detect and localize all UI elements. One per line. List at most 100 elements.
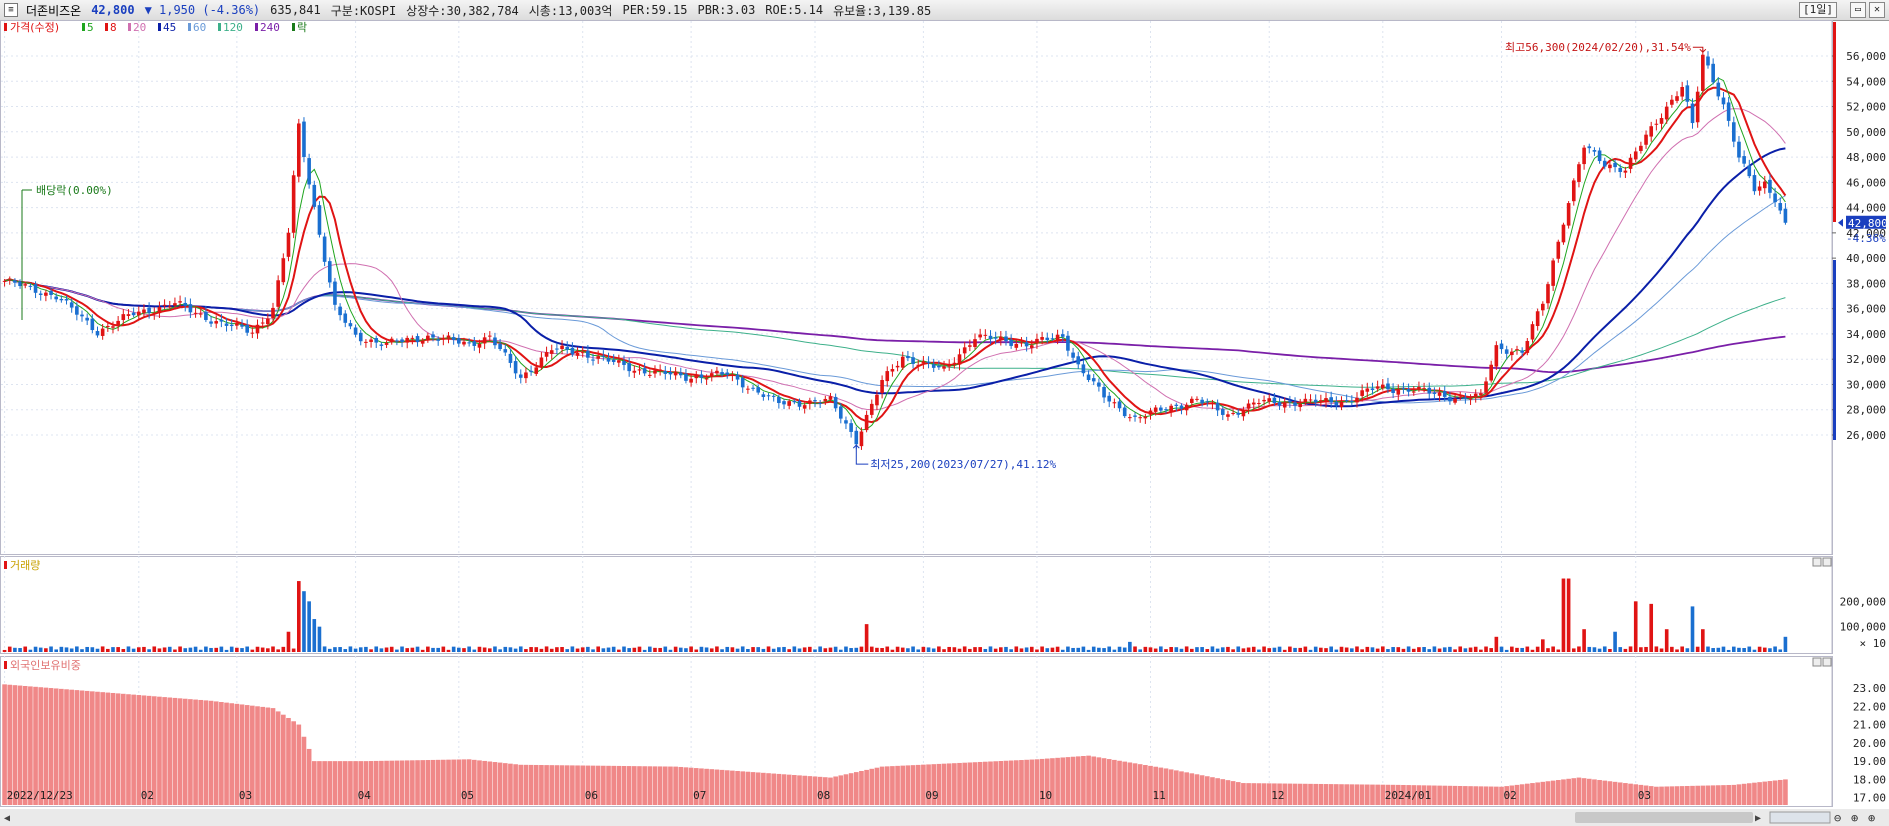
candle-body xyxy=(906,356,910,359)
period-button[interactable]: [1일] xyxy=(1799,2,1837,18)
volume-panel-max-icon[interactable] xyxy=(1812,557,1822,567)
scrollbar-thumb[interactable] xyxy=(1575,812,1753,823)
volume-bar xyxy=(1365,646,1370,652)
menu-icon[interactable]: ≡ xyxy=(4,3,18,17)
volume-bar xyxy=(1592,647,1597,652)
scroll-right-icon[interactable]: ▶ xyxy=(1755,813,1761,824)
foreign-bar xyxy=(95,691,100,805)
foreign-bar xyxy=(528,764,534,805)
legend-price-label[interactable]: 가격(수정) xyxy=(10,21,59,34)
foreign-bar xyxy=(570,765,575,805)
foreign-bar xyxy=(714,769,720,805)
candle-body xyxy=(250,332,255,334)
price-tick-label: 48,000 xyxy=(1846,151,1886,164)
volume-bar xyxy=(1014,646,1019,652)
candle-body xyxy=(1143,416,1148,419)
foreign-bar xyxy=(1359,784,1365,805)
volume-bar xyxy=(549,648,554,652)
volume-bar xyxy=(1081,646,1086,652)
scroll-left-icon[interactable]: ◀ xyxy=(4,813,10,824)
ma-legend-marker xyxy=(218,23,221,31)
candle-body xyxy=(1267,398,1272,402)
candle-body xyxy=(771,395,776,397)
foreign-bar xyxy=(203,700,209,805)
candle-body xyxy=(1097,382,1101,387)
candle-body xyxy=(529,370,533,373)
zoom-out-icon[interactable]: ⊖ xyxy=(1834,811,1841,825)
price-tick-label: 54,000 xyxy=(1846,75,1886,88)
candle-body xyxy=(1453,398,1457,403)
foreign-bar xyxy=(1235,782,1241,805)
restore-icon[interactable]: ▭ xyxy=(1850,2,1866,18)
volume-panel[interactable] xyxy=(0,556,1833,654)
foreign-bar xyxy=(1070,756,1076,805)
foreign-bar xyxy=(957,762,962,805)
ma-legend-label[interactable]: 60 xyxy=(193,21,206,34)
ma-legend-label[interactable]: 120 xyxy=(223,21,243,34)
volume-bar xyxy=(286,631,291,652)
candle-body xyxy=(1535,311,1540,327)
ex-dividend-legend-label[interactable]: 락 xyxy=(297,21,307,34)
candle-body xyxy=(1251,402,1256,405)
volume-panel-title[interactable]: 거래량 xyxy=(10,559,40,572)
volume-bar xyxy=(808,646,812,652)
volume-bar xyxy=(1525,646,1530,652)
volume-bar xyxy=(1076,647,1081,652)
candle-body xyxy=(1515,349,1519,351)
foreign-bar xyxy=(533,764,539,805)
candle-body xyxy=(255,324,260,334)
candle-body xyxy=(818,402,822,404)
foreign-bar xyxy=(549,765,555,805)
foreign-bar xyxy=(884,766,890,805)
foreign-bar xyxy=(497,762,503,805)
candle-body xyxy=(1747,165,1752,177)
volume-bar xyxy=(642,649,647,652)
zoom-in-icon[interactable]: ⊕ xyxy=(1868,811,1875,825)
candle-body xyxy=(296,123,301,177)
foreign-panel-max-icon[interactable] xyxy=(1812,657,1822,667)
foreign-bar xyxy=(513,764,518,805)
foreign-bar xyxy=(523,764,529,805)
volume-bar xyxy=(777,647,781,652)
date-tick-label: 11 xyxy=(1153,789,1166,802)
foreign-bar xyxy=(373,760,379,805)
close-icon[interactable]: ✕ xyxy=(1869,2,1885,18)
foreign-bar xyxy=(967,762,973,805)
candle-body xyxy=(900,356,905,368)
ma-legend-label[interactable]: 8 xyxy=(110,21,117,34)
date-tick-label: 07 xyxy=(693,789,706,802)
ma-legend-label[interactable]: 240 xyxy=(260,21,280,34)
foreign-bar xyxy=(1457,785,1463,805)
volume-bar xyxy=(80,649,84,652)
ma-legend-label[interactable]: 20 xyxy=(133,21,146,34)
foreign-bar xyxy=(1220,779,1226,805)
zoom-reset-icon[interactable]: ⊕ xyxy=(1851,811,1858,825)
candle-body xyxy=(957,354,962,365)
volume-bar xyxy=(885,646,890,652)
volume-bar xyxy=(1515,647,1519,652)
foreign-panel-title[interactable]: 외국인보유비중 xyxy=(10,659,81,672)
volume-bar xyxy=(1716,647,1721,652)
market-cap: 시총:13,003억 xyxy=(528,3,613,18)
ma-legend-label[interactable]: 5 xyxy=(87,21,94,34)
chart-canvas[interactable]: 56,000 54,000 52,000 50,000 48,000 46,000 44,0… xyxy=(0,20,1889,826)
zoom-slider[interactable] xyxy=(1769,811,1831,824)
volume-bar xyxy=(85,646,89,652)
stock-name[interactable]: 더존비즈온 xyxy=(26,2,81,19)
volume-bar xyxy=(1231,649,1235,652)
foreign-bar xyxy=(1215,778,1220,805)
ma-legend-label[interactable]: 45 xyxy=(163,21,176,34)
candle-body xyxy=(1071,352,1075,358)
volume-bar xyxy=(426,646,430,652)
candle-body xyxy=(1174,404,1179,406)
candle-body xyxy=(1122,407,1127,417)
volume-panel-close-icon[interactable] xyxy=(1822,557,1832,567)
date-tick-label: 10 xyxy=(1039,789,1052,802)
foreign-bar xyxy=(84,690,90,805)
volume-bar xyxy=(229,646,234,652)
foreign-panel-close-icon[interactable] xyxy=(1822,657,1832,667)
volume-bar xyxy=(95,648,100,652)
price-panel[interactable] xyxy=(0,20,1833,555)
foreign-bar xyxy=(864,769,869,805)
candle-body xyxy=(1664,106,1669,120)
